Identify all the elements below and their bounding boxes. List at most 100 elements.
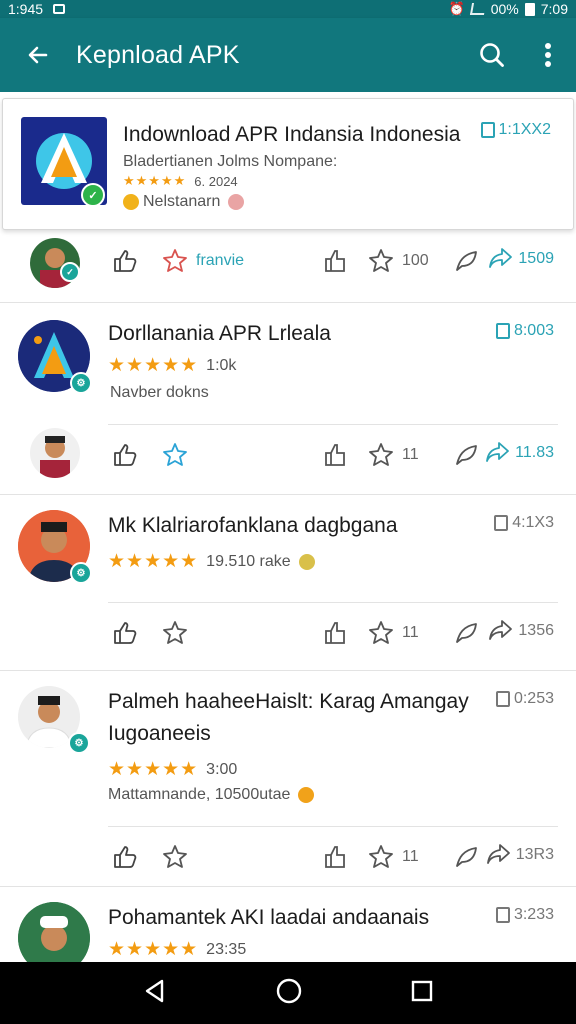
share-button[interactable]: 1509 [488, 246, 554, 272]
rating-text: 23:35 [206, 940, 247, 958]
like-button[interactable] [112, 844, 138, 870]
thumbs-outline-icon [325, 846, 345, 868]
bookmark-button[interactable] [322, 620, 348, 646]
search-button[interactable] [464, 18, 520, 92]
share-button[interactable]: 11.83 [485, 440, 554, 466]
item-counter: 0:253 [495, 690, 554, 708]
counter-text: 4:1X3 [512, 514, 554, 531]
featured-rating: ★★★★★ 6. 2024 [123, 173, 238, 189]
item-meta-row: Mattamnande, 10500utae [108, 786, 315, 804]
item-meta: Mattamnande, 10500utae [108, 786, 291, 803]
favorite-button[interactable]: franvie [162, 248, 244, 274]
nav-home-button[interactable] [275, 977, 303, 1010]
app-badge-icon: ⚙ [70, 562, 92, 584]
item-counter: 8:003 [495, 322, 554, 340]
share-icon [489, 248, 513, 268]
avatar[interactable] [30, 428, 80, 478]
like-button[interactable] [112, 248, 138, 274]
avatar [18, 902, 90, 962]
emoji-icon [228, 194, 245, 210]
star-outline-icon [163, 443, 187, 466]
overflow-menu-button[interactable] [520, 18, 576, 92]
share-count: 1356 [518, 622, 554, 639]
star-rating-icon: ★★★★★ [108, 939, 199, 960]
counter-text: 8:003 [513, 322, 554, 339]
counter-text: 0:253 [513, 690, 554, 707]
star-rating-icon: ★★★★★ [123, 173, 187, 188]
circle-home-icon [276, 978, 302, 1003]
action-row: 11 1356 [0, 604, 576, 660]
share-count: 11.83 [515, 444, 554, 461]
more-vert-icon [545, 43, 551, 67]
item-rating: ★★★★★ 3:00 [108, 758, 237, 781]
favorite-button[interactable] [162, 442, 188, 468]
star-icon [369, 443, 393, 466]
app-list[interactable]: ✓ Indownload APR Indansia Indonesia Blad… [0, 92, 576, 962]
star-count-button[interactable]: 11 [368, 620, 419, 646]
comment-button[interactable] [454, 248, 480, 274]
app-badge-icon: ⚙ [70, 372, 92, 394]
back-button[interactable] [0, 18, 76, 92]
download-icon [480, 122, 495, 138]
item-title: Pohamantek AKI laadai andaanais [108, 906, 430, 929]
star-rating-icon: ★★★★★ [108, 759, 199, 780]
thumbs-outline-icon [325, 622, 345, 644]
featured-app-card[interactable]: ✓ Indownload APR Indansia Indonesia Blad… [2, 98, 574, 230]
thumbs-up-icon [114, 250, 137, 272]
download-icon [495, 691, 510, 707]
item-title-line2: Iugoaneeis [108, 722, 211, 745]
bookmark-button[interactable] [322, 248, 348, 274]
share-icon [486, 442, 510, 462]
like-count: 11 [402, 624, 419, 641]
item-meta: Navber dokns [110, 384, 209, 401]
item-rating: ★★★★★ 1:0k [108, 354, 236, 377]
featured-counter: 1:1XX2 [480, 121, 551, 139]
divider [0, 886, 576, 887]
app-bar: Kepnload APK [0, 18, 576, 92]
star-count-button[interactable]: 100 [368, 248, 429, 274]
star-icon [369, 249, 393, 272]
featured-meta-text: Nelstanarn [143, 193, 221, 210]
alarm-icon: ⏰ [448, 1, 465, 16]
favorite-button[interactable] [162, 844, 188, 870]
like-button[interactable] [112, 620, 138, 646]
battery-percent: 00% [490, 1, 519, 17]
favorite-button[interactable] [162, 620, 188, 646]
bookmark-button[interactable] [322, 844, 348, 870]
thumbs-up-icon [114, 622, 137, 644]
square-recents-icon [412, 980, 433, 1001]
rating-text: 3:00 [206, 760, 238, 778]
nav-back-button[interactable] [142, 978, 168, 1009]
item-title: Mk Klalriarofanklana dagbgana [108, 514, 398, 537]
comment-icon [456, 251, 477, 271]
battery-icon [524, 2, 535, 16]
comment-button[interactable] [454, 442, 480, 468]
star-count-button[interactable]: 11 [368, 442, 419, 468]
comment-button[interactable] [454, 620, 480, 646]
comment-icon [456, 445, 477, 465]
star-outline-icon [163, 621, 187, 644]
rating-text: 6. 2024 [194, 173, 238, 189]
star-count-button[interactable]: 11 [368, 844, 419, 870]
divider [0, 302, 576, 303]
download-icon [495, 907, 510, 923]
bookmark-button[interactable] [322, 442, 348, 468]
nav-recents-button[interactable] [410, 979, 434, 1008]
divider [108, 424, 558, 425]
item-counter: 4:1X3 [494, 514, 554, 532]
action-row: 11 13R3 [0, 828, 576, 884]
comment-icon [456, 847, 477, 867]
counter-text: 3:233 [513, 906, 554, 923]
thumbs-up-icon [114, 846, 137, 868]
comment-button[interactable] [454, 844, 480, 870]
divider [0, 670, 576, 671]
star-icon [369, 621, 393, 644]
like-button[interactable] [112, 442, 138, 468]
share-button[interactable]: 13R3 [486, 842, 554, 868]
item-counter: 3:233 [495, 906, 554, 924]
star-rating-icon: ★★★★★ [108, 355, 199, 376]
download-icon [495, 323, 510, 339]
signal-icon [469, 3, 486, 15]
share-button[interactable]: 1356 [488, 618, 554, 644]
star-outline-icon [163, 249, 187, 272]
